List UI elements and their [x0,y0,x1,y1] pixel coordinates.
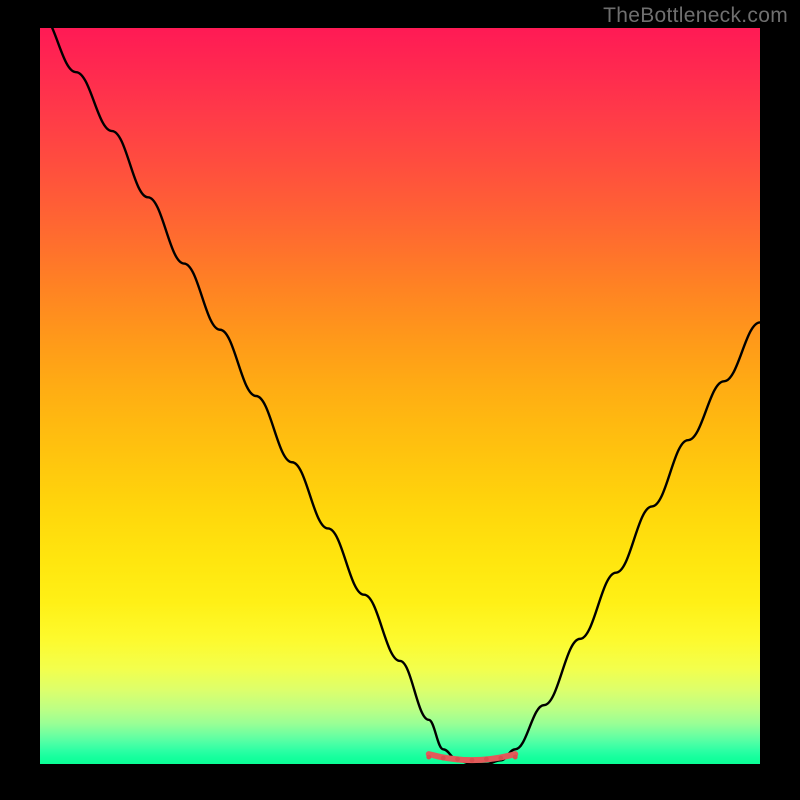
bottleneck-curve-path [40,13,760,764]
floor-dot [455,757,460,762]
floor-dot [513,755,518,760]
floor-dot [498,756,503,761]
watermark-text: TheBottleneck.com [603,4,788,28]
chart-frame: TheBottleneck.com [0,0,800,800]
plot-area [40,28,760,764]
floor-dot [426,755,431,760]
curve-svg [40,28,760,764]
floor-dot [484,757,489,762]
floor-dot [470,758,475,763]
floor-dot [441,756,446,761]
